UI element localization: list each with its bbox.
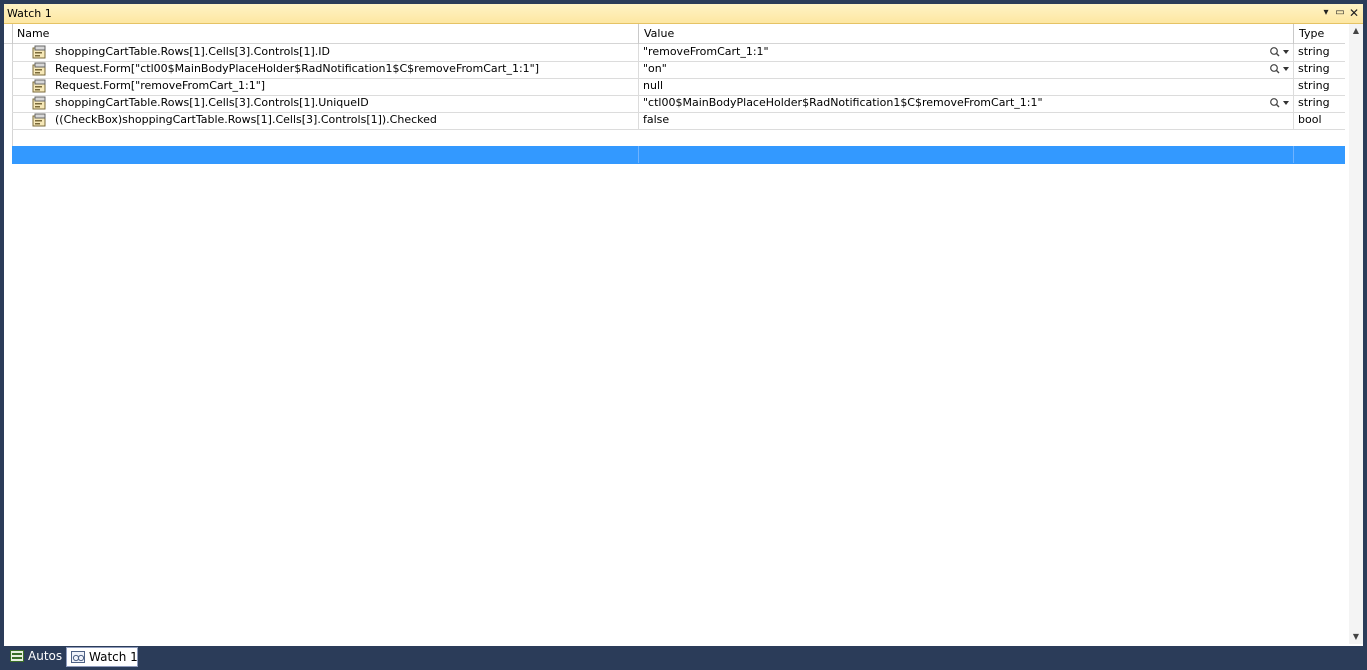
watch-row[interactable]: shoppingCartTable.Rows[1].Cells[3].Contr… <box>12 95 1345 113</box>
window-title: Watch 1 <box>7 7 52 20</box>
scroll-down-icon[interactable]: ▼ <box>1349 630 1363 644</box>
watch-name-cell[interactable]: shoppingCartTable.Rows[1].Cells[3].Contr… <box>55 44 635 61</box>
tab-autos[interactable]: Autos <box>6 647 64 667</box>
property-icon <box>32 113 47 127</box>
column-divider <box>1293 78 1294 95</box>
tab-autos-label: Autos <box>28 649 63 663</box>
column-divider <box>638 61 639 78</box>
visualizer-magnifier-icon[interactable] <box>1269 45 1291 59</box>
watch-type-cell: string <box>1298 45 1330 58</box>
watch-value-cell[interactable]: "removeFromCart_1:1" <box>643 44 1263 61</box>
column-divider <box>638 95 639 112</box>
tab-watch-1-label: Watch 1 <box>89 650 138 664</box>
watch-name-cell[interactable]: Request.Form["ctl00$MainBodyPlaceHolder$… <box>55 61 635 78</box>
watch-type-cell: string <box>1298 79 1330 92</box>
autos-window-icon <box>10 650 24 662</box>
watch-type-cell: string <box>1298 62 1330 75</box>
column-header-type[interactable]: Type <box>1294 24 1345 43</box>
watch-row[interactable]: shoppingCartTable.Rows[1].Cells[3].Contr… <box>12 44 1345 62</box>
watch-name-cell[interactable]: Request.Form["removeFromCart_1:1"] <box>55 78 635 95</box>
watch-window: Watch 1 ▾ ▭ ✕ Name Value Type shoppingCa… <box>4 4 1363 646</box>
maximize-icon[interactable]: ▭ <box>1333 6 1347 20</box>
column-divider <box>1293 61 1294 78</box>
watch-value-cell[interactable]: "on" <box>643 61 1263 78</box>
close-icon[interactable]: ✕ <box>1347 6 1361 20</box>
column-header-row: Name Value Type <box>4 24 1345 44</box>
column-divider <box>638 112 639 129</box>
column-divider <box>12 24 13 44</box>
column-divider <box>1293 44 1294 61</box>
column-divider <box>1293 112 1294 129</box>
watch-window-icon <box>71 651 85 663</box>
watch-row[interactable]: Request.Form["ctl00$MainBodyPlaceHolder$… <box>12 61 1345 79</box>
property-icon <box>32 79 47 93</box>
column-divider <box>1293 95 1294 112</box>
vertical-scrollbar[interactable]: ▲ ▼ <box>1349 24 1363 644</box>
window-titlebar[interactable]: Watch 1 ▾ ▭ ✕ <box>4 4 1363 24</box>
watch-value-cell[interactable]: null <box>643 78 1263 95</box>
scroll-up-icon[interactable]: ▲ <box>1349 24 1363 38</box>
property-icon <box>32 96 47 110</box>
watch-name-cell[interactable]: shoppingCartTable.Rows[1].Cells[3].Contr… <box>55 95 635 112</box>
watch-name-cell[interactable]: ((CheckBox)shoppingCartTable.Rows[1].Cel… <box>55 112 635 129</box>
empty-watch-row[interactable] <box>12 146 1345 164</box>
property-icon <box>32 45 47 59</box>
watch-value-cell[interactable]: false <box>643 112 1263 129</box>
watch-grid: Name Value Type shoppingCartTable.Rows[1… <box>4 24 1345 644</box>
watch-row[interactable]: ((CheckBox)shoppingCartTable.Rows[1].Cel… <box>12 112 1345 130</box>
column-divider <box>638 44 639 61</box>
watch-value-cell[interactable]: "ctl00$MainBodyPlaceHolder$RadNotificati… <box>643 95 1263 112</box>
watch-row[interactable]: Request.Form["removeFromCart_1:1"] null st… <box>12 78 1345 96</box>
tab-watch-1[interactable]: Watch 1 <box>66 647 138 667</box>
column-divider <box>638 146 639 163</box>
column-divider <box>638 78 639 95</box>
dropdown-icon[interactable]: ▾ <box>1319 6 1333 20</box>
column-divider <box>1293 146 1294 163</box>
watch-type-cell: bool <box>1298 113 1322 126</box>
column-header-value[interactable]: Value <box>639 24 1293 43</box>
property-icon <box>32 62 47 76</box>
column-header-name[interactable]: Name <box>12 24 638 43</box>
visualizer-magnifier-icon[interactable] <box>1269 62 1291 76</box>
visualizer-magnifier-icon[interactable] <box>1269 96 1291 110</box>
watch-type-cell: string <box>1298 96 1330 109</box>
